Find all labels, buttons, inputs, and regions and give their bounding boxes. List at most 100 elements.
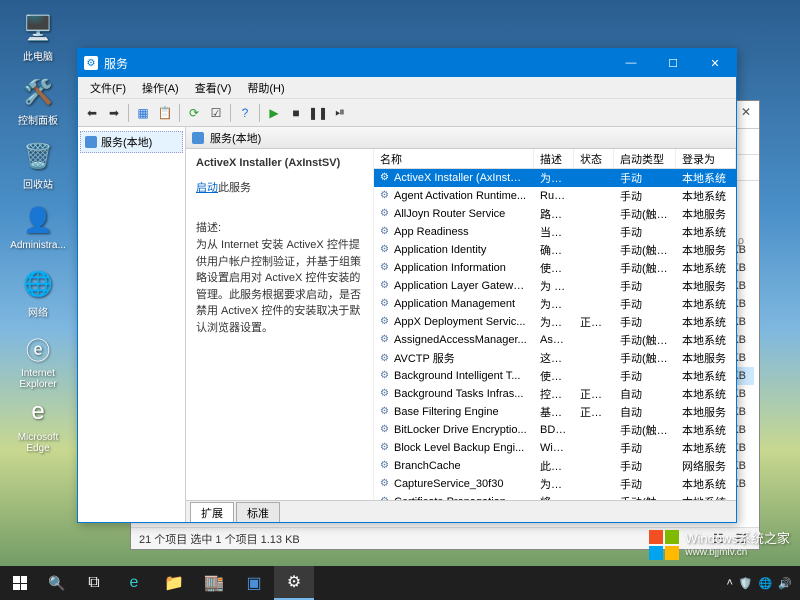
desktop-icon-控制面板[interactable]: 🛠️控制面板 bbox=[10, 74, 66, 127]
forward-button[interactable]: ➡ bbox=[104, 103, 124, 123]
services-app-icon: ⚙ bbox=[84, 56, 98, 70]
service-row[interactable]: ⚙Background Tasks Infras...控制...正在...自动本… bbox=[374, 385, 736, 403]
网络-icon: 🌐 bbox=[20, 266, 56, 302]
taskbar-store-icon[interactable]: 🏬 bbox=[194, 566, 234, 600]
taskbar-explorer-icon[interactable]: 📁 bbox=[154, 566, 194, 600]
gear-icon: ⚙ bbox=[380, 334, 392, 346]
window-title: 服务 bbox=[104, 55, 128, 72]
pane-header: 服务(本地) bbox=[186, 127, 736, 149]
tab-扩展[interactable]: 扩展 bbox=[190, 502, 234, 522]
service-row[interactable]: ⚙Application Identity确定...手动(触发...本地服务 bbox=[374, 241, 736, 259]
left-tree-pane: 服务(本地) bbox=[78, 127, 186, 522]
help-button[interactable]: ? bbox=[235, 103, 255, 123]
export-button[interactable]: 📋 bbox=[155, 103, 175, 123]
menu-操作(A)[interactable]: 操作(A) bbox=[134, 78, 187, 98]
控制面板-icon: 🛠️ bbox=[20, 74, 56, 110]
desktop-icon-回收站[interactable]: 🗑️回收站 bbox=[10, 138, 66, 191]
gear-icon: ⚙ bbox=[380, 478, 392, 490]
stop-service-button[interactable]: ■ bbox=[286, 103, 306, 123]
service-row[interactable]: ⚙AppX Deployment Servic...为部...正在...手动本地… bbox=[374, 313, 736, 331]
pause-service-button[interactable]: ❚❚ bbox=[308, 103, 328, 123]
windows-logo-icon bbox=[649, 530, 679, 560]
Microsoft Edge-icon: e bbox=[20, 394, 56, 430]
column-header-名称[interactable]: 名称 bbox=[374, 149, 534, 168]
services-list: 名称描述状态启动类型登录为 ⚙ActiveX Installer (AxInst… bbox=[374, 149, 736, 500]
menu-帮助(H)[interactable]: 帮助(H) bbox=[239, 78, 292, 98]
service-row[interactable]: ⚙Block Level Backup Engi...Win...手动本地系统 bbox=[374, 439, 736, 457]
service-row[interactable]: ⚙AVCTP 服务这是...手动(触发...本地服务 bbox=[374, 349, 736, 367]
gear-icon: ⚙ bbox=[380, 388, 392, 400]
column-header-描述[interactable]: 描述 bbox=[534, 149, 574, 168]
minimize-button[interactable]: — bbox=[610, 49, 652, 77]
services-titlebar[interactable]: ⚙ 服务 — ☐ ✕ bbox=[78, 49, 736, 77]
tray-security-icon[interactable]: 🛡️ bbox=[739, 577, 753, 590]
此电脑-icon: 🖥️ bbox=[20, 10, 56, 46]
back-button[interactable]: ⬅ bbox=[82, 103, 102, 123]
gear-icon: ⚙ bbox=[380, 172, 392, 184]
service-row[interactable]: ⚙Base Filtering Engine基本...正在...自动本地服务 bbox=[374, 403, 736, 421]
description-text: 为从 Internet 安装 ActiveX 控件提供用户帐户控制验证，并基于组… bbox=[196, 237, 363, 336]
service-row[interactable]: ⚙ActiveX Installer (AxInstSV)为从...手动本地系统 bbox=[374, 169, 736, 187]
tray-chevron-icon[interactable]: ˄ bbox=[726, 577, 732, 589]
start-service-link[interactable]: 启动 bbox=[196, 179, 218, 195]
close-button[interactable]: ✕ bbox=[694, 49, 736, 77]
gear-icon: ⚙ bbox=[380, 208, 392, 220]
services-rows[interactable]: ⚙ActiveX Installer (AxInstSV)为从...手动本地系统… bbox=[374, 169, 736, 500]
service-row[interactable]: ⚙BitLocker Drive Encryptio...BDE...手动(触发… bbox=[374, 421, 736, 439]
taskbar-search-button[interactable]: 🔍 bbox=[40, 566, 74, 600]
tree-node-services-local[interactable]: 服务(本地) bbox=[80, 131, 183, 153]
desktop-icon-网络[interactable]: 🌐网络 bbox=[10, 266, 66, 319]
system-tray[interactable]: ˄ 🛡️ 🌐 🔊 bbox=[726, 577, 800, 590]
service-row[interactable]: ⚙Background Intelligent T...使用...手动本地系统 bbox=[374, 367, 736, 385]
service-row[interactable]: ⚙Application Management为通...手动本地系统 bbox=[374, 295, 736, 313]
detail-pane: ActiveX Installer (AxInstSV) 启动此服务 描述: 为… bbox=[186, 149, 374, 500]
taskbar-edge-icon[interactable]: e bbox=[114, 566, 154, 600]
desktop-icon-Administra...[interactable]: 👤Administra... bbox=[10, 202, 66, 251]
service-row[interactable]: ⚙AllJoyn Router Service路由...手动(触发...本地服务 bbox=[374, 205, 736, 223]
taskbar-settings-icon[interactable]: ⚙ bbox=[274, 566, 314, 600]
menu-文件(F)[interactable]: 文件(F) bbox=[82, 78, 134, 98]
selected-service-name: ActiveX Installer (AxInstSV) bbox=[196, 157, 363, 169]
refresh-button[interactable]: ⟳ bbox=[184, 103, 204, 123]
desktop-icon-Internet Explorer[interactable]: ⓔInternet Explorer bbox=[10, 330, 66, 390]
tab-标准[interactable]: 标准 bbox=[236, 502, 280, 522]
service-row[interactable]: ⚙BranchCache此服...手动网络服务 bbox=[374, 457, 736, 475]
desktop-icon-此电脑[interactable]: 🖥️此电脑 bbox=[10, 10, 66, 63]
column-header-启动类型[interactable]: 启动类型 bbox=[614, 149, 676, 168]
maximize-button[interactable]: ☐ bbox=[652, 49, 694, 77]
gear-icon: ⚙ bbox=[380, 442, 392, 454]
taskbar-app-icon[interactable]: ▣ bbox=[234, 566, 274, 600]
gear-icon: ⚙ bbox=[380, 280, 392, 292]
task-view-button[interactable]: ⧉ bbox=[74, 566, 114, 600]
gear-icon: ⚙ bbox=[380, 370, 392, 382]
service-row[interactable]: ⚙Application Information使用...手动(触发...本地系… bbox=[374, 259, 736, 277]
menu-bar: 文件(F)操作(A)查看(V)帮助(H) bbox=[78, 77, 736, 99]
start-button[interactable] bbox=[0, 566, 40, 600]
properties-button[interactable]: ☑ bbox=[206, 103, 226, 123]
回收站-icon: 🗑️ bbox=[20, 138, 56, 174]
gear-icon: ⚙ bbox=[380, 244, 392, 256]
start-service-button[interactable]: ▶ bbox=[264, 103, 284, 123]
gear-icon: ⚙ bbox=[380, 226, 392, 238]
service-row[interactable]: ⚙AssignedAccessManager...Assi...手动(触发...… bbox=[374, 331, 736, 349]
column-header-状态[interactable]: 状态 bbox=[574, 149, 614, 168]
service-row[interactable]: ⚙Certificate Propagation将用...手动(触发...本地系… bbox=[374, 493, 736, 500]
show-hide-tree-button[interactable]: ▦ bbox=[133, 103, 153, 123]
toolbar: ⬅ ➡ ▦ 📋 ⟳ ☑ ? ▶ ■ ❚❚ ⏯ bbox=[78, 99, 736, 127]
bg-close-button[interactable]: ✕ bbox=[741, 105, 751, 119]
Administra...-icon: 👤 bbox=[20, 202, 56, 238]
watermark: Windows系统之家 www.bjjmlv.cn bbox=[649, 530, 790, 560]
service-row[interactable]: ⚙CaptureService_30f30为调...手动本地系统 bbox=[374, 475, 736, 493]
tray-volume-icon[interactable]: 🔊 bbox=[778, 577, 792, 590]
menu-查看(V)[interactable]: 查看(V) bbox=[187, 78, 240, 98]
service-row[interactable]: ⚙Application Layer Gatewa...为 In...手动本地服… bbox=[374, 277, 736, 295]
desktop-icon-Microsoft Edge[interactable]: eMicrosoft Edge bbox=[10, 394, 66, 454]
description-label: 描述: bbox=[196, 219, 363, 235]
column-header-登录为[interactable]: 登录为 bbox=[676, 149, 736, 168]
service-row[interactable]: ⚙Agent Activation Runtime...Runt...手动本地系… bbox=[374, 187, 736, 205]
gear-icon: ⚙ bbox=[380, 406, 392, 418]
column-headers[interactable]: 名称描述状态启动类型登录为 bbox=[374, 149, 736, 169]
restart-service-button[interactable]: ⏯ bbox=[330, 103, 350, 123]
service-row[interactable]: ⚙App Readiness当用...手动本地系统 bbox=[374, 223, 736, 241]
tray-network-icon[interactable]: 🌐 bbox=[759, 577, 773, 590]
